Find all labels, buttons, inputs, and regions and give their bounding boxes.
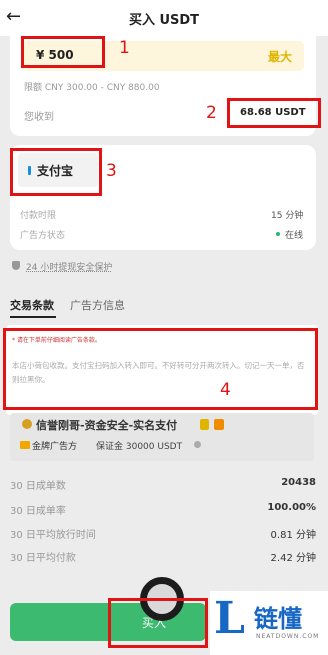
stat-value-release-time: 0.81 分钟 xyxy=(270,530,316,541)
limit-text: 限额 CNY 300.00 - CNY 880.00 xyxy=(24,83,160,93)
advertiser-status-value: 在线 xyxy=(285,231,304,241)
payment-time-value: 15 分钟 xyxy=(271,211,304,221)
annotation-number-3: 3 xyxy=(106,161,117,181)
annotation-number-4: 4 xyxy=(220,380,231,400)
annotation-number-1: 1 xyxy=(119,38,130,58)
watermark-text: 链懂 xyxy=(254,605,302,633)
tab-active-underline xyxy=(10,316,56,318)
watermark-logo: L 链懂 NEATDOWN.COM xyxy=(210,591,328,655)
deposit-text: 保证金 30000 USDT xyxy=(96,442,183,452)
stat-value-completion: 100.00% xyxy=(267,502,316,513)
annotation-box-2 xyxy=(227,98,321,128)
annotation-box-3 xyxy=(10,148,102,196)
max-button[interactable]: 最大 xyxy=(268,48,292,65)
annotation-number-2: 2 xyxy=(206,103,217,123)
stat-label-release-time: 30 日平均放行时间 xyxy=(10,530,96,541)
info-icon[interactable] xyxy=(194,441,201,448)
tab-trade-terms[interactable]: 交易条款 xyxy=(10,297,54,313)
gold-advertiser-icon xyxy=(20,441,30,449)
watermark-logo-mark: L xyxy=(214,593,245,644)
gold-advertiser-badge: 金牌广告方 xyxy=(32,442,78,452)
advertiser-status-label: 广告方状态 xyxy=(20,231,66,241)
advertiser-avatar-icon xyxy=(22,419,32,429)
certified-badge-icon xyxy=(214,419,224,430)
online-dot-icon xyxy=(276,232,280,236)
stat-label-pay-time: 30 日平均付款 xyxy=(10,553,76,564)
shield-icon xyxy=(12,261,20,270)
tab-advertiser-info[interactable]: 广告方信息 xyxy=(70,297,125,313)
guarantee-text[interactable]: 24 小时提现安全保护 xyxy=(26,260,112,273)
annotation-box-1 xyxy=(21,36,105,68)
advertiser-name[interactable]: 信誉刚哥-资金安全-实名支付 xyxy=(36,417,177,433)
verified-badge-icon xyxy=(200,419,209,430)
stat-label-completion: 30 日成单率 xyxy=(10,506,66,517)
payment-time-label: 付款时限 xyxy=(20,211,57,221)
stat-label-orders: 30 日成单数 xyxy=(10,481,66,492)
watermark-subtext: NEATDOWN.COM xyxy=(256,633,320,640)
page-title: 买入 USDT xyxy=(128,13,200,28)
stat-value-orders: 20438 xyxy=(281,477,316,488)
receive-label: 您收到 xyxy=(24,112,54,123)
stat-value-pay-time: 2.42 分钟 xyxy=(270,553,316,564)
annotation-box-4 xyxy=(3,328,318,410)
annotation-box-buy xyxy=(108,598,208,648)
